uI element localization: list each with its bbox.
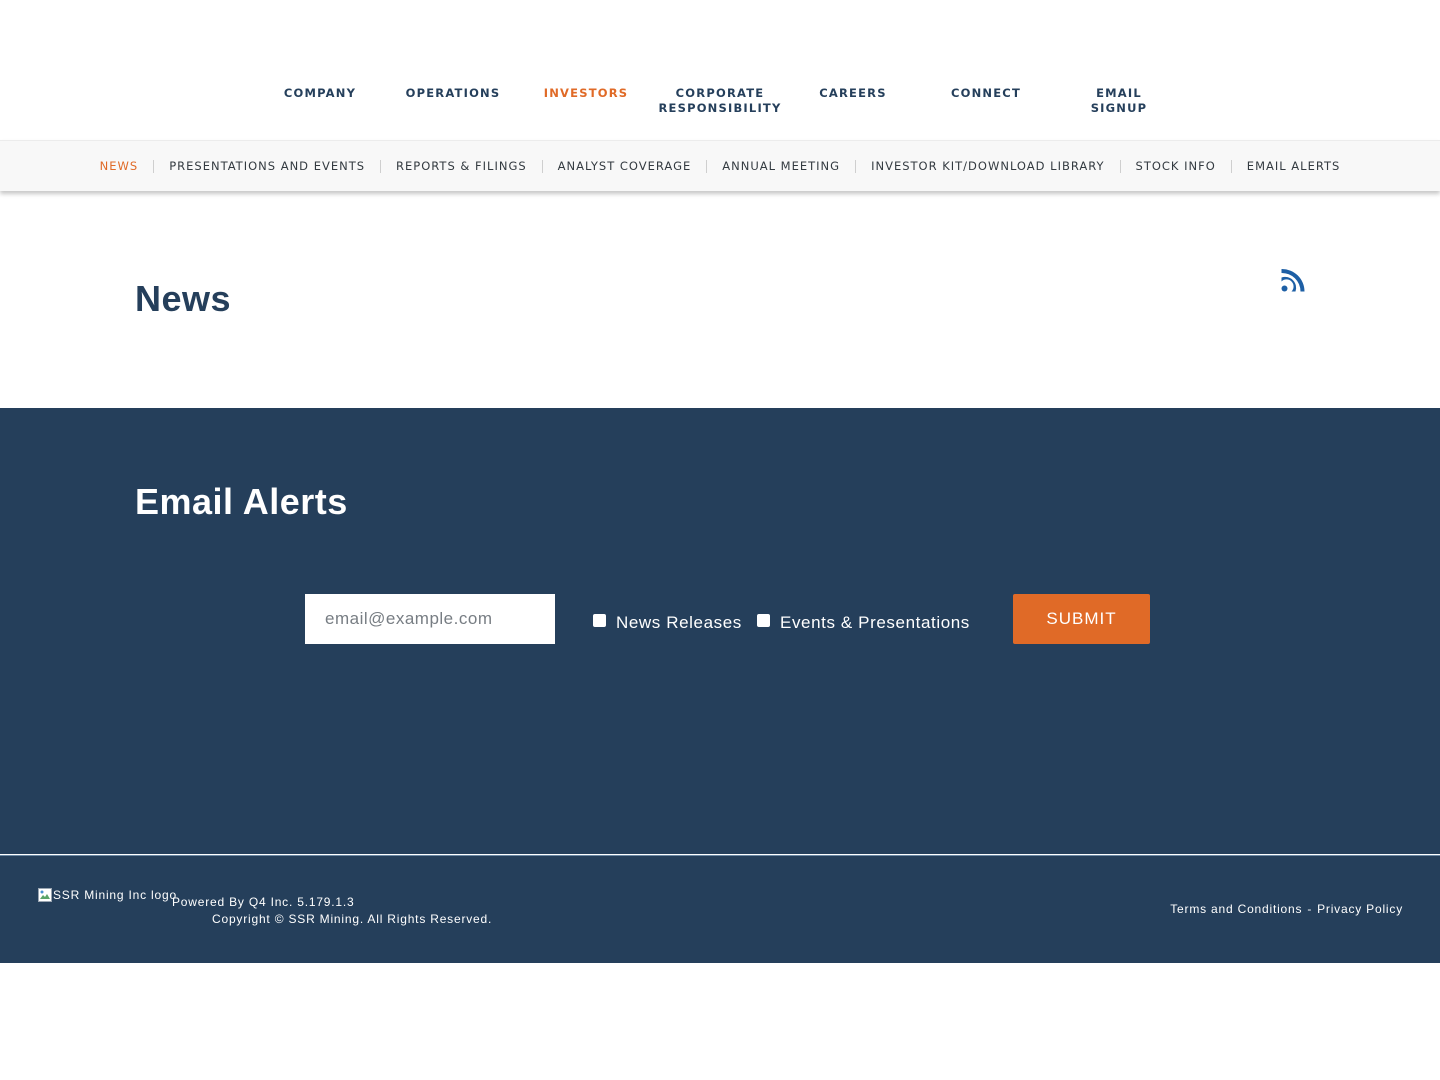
nav-item-operations[interactable]: OPERATIONS — [386, 86, 520, 101]
subnav-item-annual-meeting[interactable]: ANNUAL MEETING — [707, 159, 855, 173]
events-presentations-checkbox[interactable] — [757, 614, 770, 627]
news-releases-label[interactable]: News Releases — [616, 613, 742, 633]
nav-item-connect[interactable]: CONNECT — [919, 86, 1053, 101]
footer-link-separator: - — [1307, 902, 1313, 916]
powered-by-text: Powered By Q4 Inc. 5.179.1.3 — [172, 895, 355, 909]
news-releases-checkbox[interactable] — [593, 614, 606, 627]
rss-icon[interactable] — [1281, 268, 1305, 292]
email-input[interactable] — [305, 594, 555, 644]
company-logo[interactable]: SSR Mining Inc logo — [37, 887, 177, 903]
terms-link[interactable]: Terms and Conditions — [1170, 902, 1302, 916]
subnav-item-analyst-coverage[interactable]: ANALYST COVERAGE — [543, 159, 707, 173]
subnav-item-presentations-and-events[interactable]: PRESENTATIONS AND EVENTS — [154, 159, 380, 173]
nav-item-company[interactable]: COMPANY — [253, 86, 387, 101]
logo-alt-text: SSR Mining Inc logo — [53, 888, 177, 902]
page-title: News — [135, 278, 232, 319]
footer-links: Terms and Conditions - Privacy Policy — [1170, 902, 1403, 916]
sub-navigation: NEWS PRESENTATIONS AND EVENTS REPORTS & … — [0, 140, 1440, 191]
subnav-item-email-alerts[interactable]: EMAIL ALERTS — [1232, 159, 1356, 173]
email-alerts-title: Email Alerts — [135, 481, 348, 522]
subnav-item-reports-filings[interactable]: REPORTS & FILINGS — [381, 159, 542, 173]
subnav-item-stock-info[interactable]: STOCK INFO — [1121, 159, 1231, 173]
events-presentations-label[interactable]: Events & Presentations — [780, 613, 970, 633]
privacy-link[interactable]: Privacy Policy — [1317, 902, 1403, 916]
top-navigation: COMPANY OPERATIONS INVESTORS CORPORATE R… — [0, 0, 1440, 140]
copyright-text: Copyright © SSR Mining. All Rights Reser… — [212, 912, 493, 926]
submit-button[interactable]: SUBMIT — [1013, 594, 1150, 644]
email-alerts-section: Email Alerts News Releases Events & Pres… — [0, 408, 1440, 854]
subnav-item-news[interactable]: NEWS — [85, 159, 154, 173]
nav-item-careers[interactable]: CAREERS — [786, 86, 920, 101]
broken-image-icon — [37, 887, 53, 903]
nav-item-investors[interactable]: INVESTORS — [519, 86, 653, 101]
nav-item-corporate-responsibility[interactable]: CORPORATE RESPONSIBILITY — [652, 86, 788, 116]
nav-item-email-signup[interactable]: EMAIL SIGNUP — [1083, 86, 1155, 116]
footer: SSR Mining Inc logo Powered By Q4 Inc. 5… — [0, 855, 1440, 963]
subnav-item-investor-kit[interactable]: INVESTOR KIT/DOWNLOAD LIBRARY — [856, 159, 1119, 173]
